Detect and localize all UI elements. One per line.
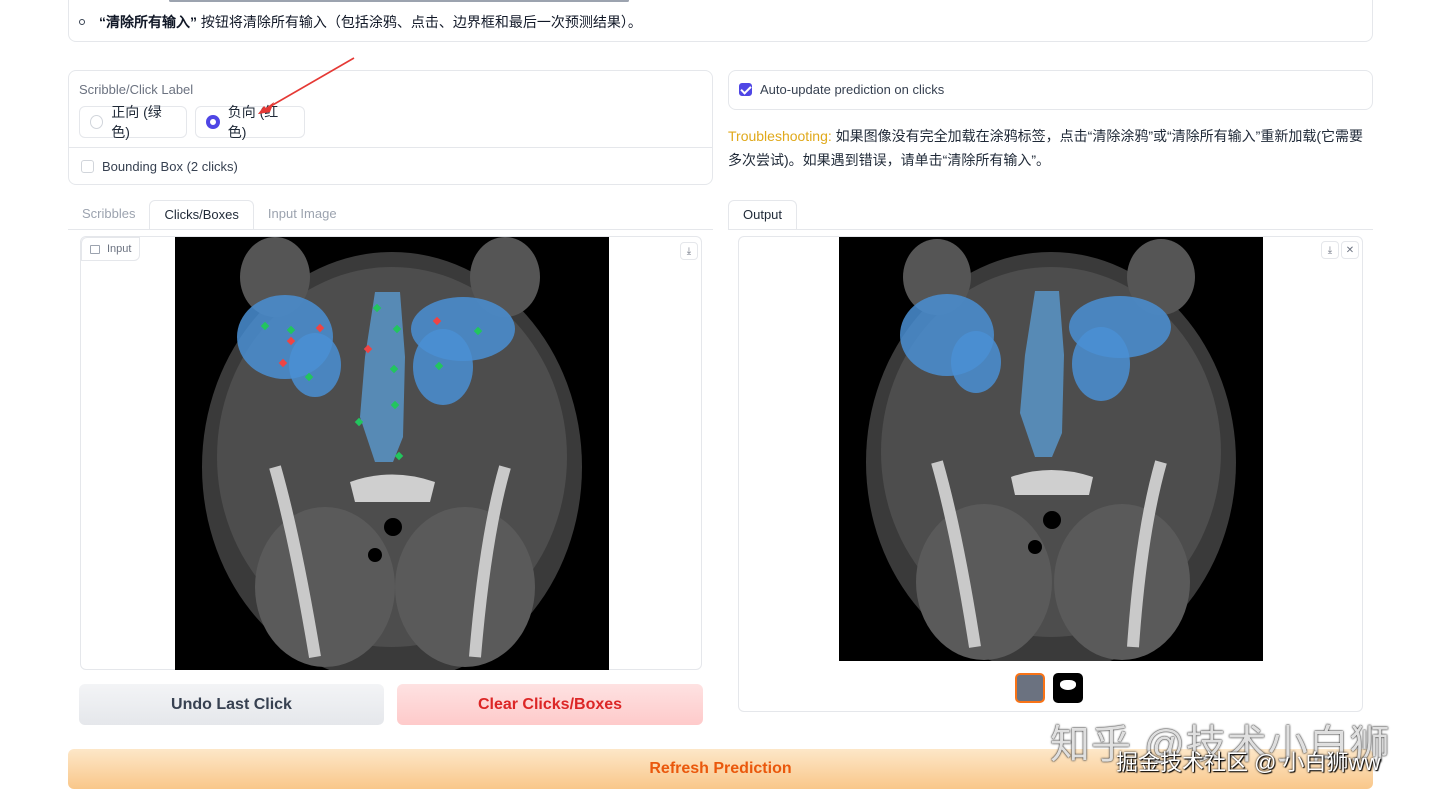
undo-last-click-button[interactable]: Undo Last Click [79,684,384,725]
bullet-icon [79,19,85,25]
troubleshooting-text: Troubleshooting: 如果图像没有完全加载在涂鸦标签，点击“清除涂鸦… [728,124,1376,172]
input-badge-label: Input [107,243,132,255]
radio-positive-label: 正向 (绿色) [111,104,162,140]
radio-positive[interactable]: 正向 (绿色) [79,104,187,140]
radio-selected-icon [206,115,220,129]
tab-underline [68,229,713,230]
output-tabs: Output [728,200,798,230]
ct-scan-input[interactable] [175,237,609,682]
auto-update-panel: Auto-update prediction on clicks [728,70,1373,110]
label-panel: Scribble/Click Label 正向 (绿色) 负向 (红色) Bou… [68,70,713,185]
input-image-panel[interactable]: Input ⤓ [80,236,702,682]
tab-output[interactable]: Output [728,200,798,230]
tab-input-image[interactable]: Input Image [254,200,351,230]
ct-scan-image[interactable] [175,237,609,682]
divider [69,147,712,148]
bounding-box-label: Bounding Box (2 clicks) [102,159,238,174]
input-tabs: Scribbles Clicks/Boxes Input Image [68,200,351,230]
instructions-card: “清除所有输入” 按钮将清除所有输入（包括涂鸦、点击、边界框和最后一次预测结果）… [68,0,1373,42]
watermark-juejin: 掘金技术社区 @ 小白狮ww [1116,750,1381,775]
output-tab-underline [728,229,1373,230]
output-panel: ⤓ ✕ [738,236,1363,712]
cut-off-text [169,0,629,4]
instruction-bold: “清除所有输入” [99,14,197,30]
clear-clicks-boxes-button[interactable]: Clear Clicks/Boxes [397,684,703,725]
download-icon[interactable]: ⤓ [680,242,698,260]
instruction-bullet: “清除所有输入” 按钮将清除所有输入（包括涂鸦、点击、边界框和最后一次预测结果）… [79,12,642,32]
image-icon [90,244,100,254]
ct-scan-output[interactable] [839,237,1263,672]
checkbox-checked-icon[interactable] [739,83,752,96]
bounding-box-checkbox[interactable]: Bounding Box (2 clicks) [81,159,238,174]
checkbox-icon[interactable] [81,160,94,173]
thumbnail-mask[interactable] [1053,673,1083,703]
thumbnail-ct[interactable] [1015,673,1045,703]
input-badge: Input [81,237,141,261]
output-image[interactable] [839,237,1263,672]
tab-scribbles[interactable]: Scribbles [68,200,149,230]
close-icon[interactable]: ✕ [1341,241,1359,259]
download-icon[interactable]: ⤓ [1321,241,1339,259]
auto-update-label: Auto-update prediction on clicks [760,82,945,97]
tab-clicks-boxes[interactable]: Clicks/Boxes [149,200,254,230]
label-title: Scribble/Click Label [79,82,194,97]
radio-circle-icon [90,115,104,129]
instruction-text: 按钮将清除所有输入（包括涂鸦、点击、边界框和最后一次预测结果）。 [197,14,642,30]
troubleshooting-tag: Troubleshooting: [728,128,832,144]
thumbnail-gallery [1015,673,1083,703]
auto-update-checkbox[interactable]: Auto-update prediction on clicks [739,82,944,97]
annotation-arrow-icon [258,57,355,114]
